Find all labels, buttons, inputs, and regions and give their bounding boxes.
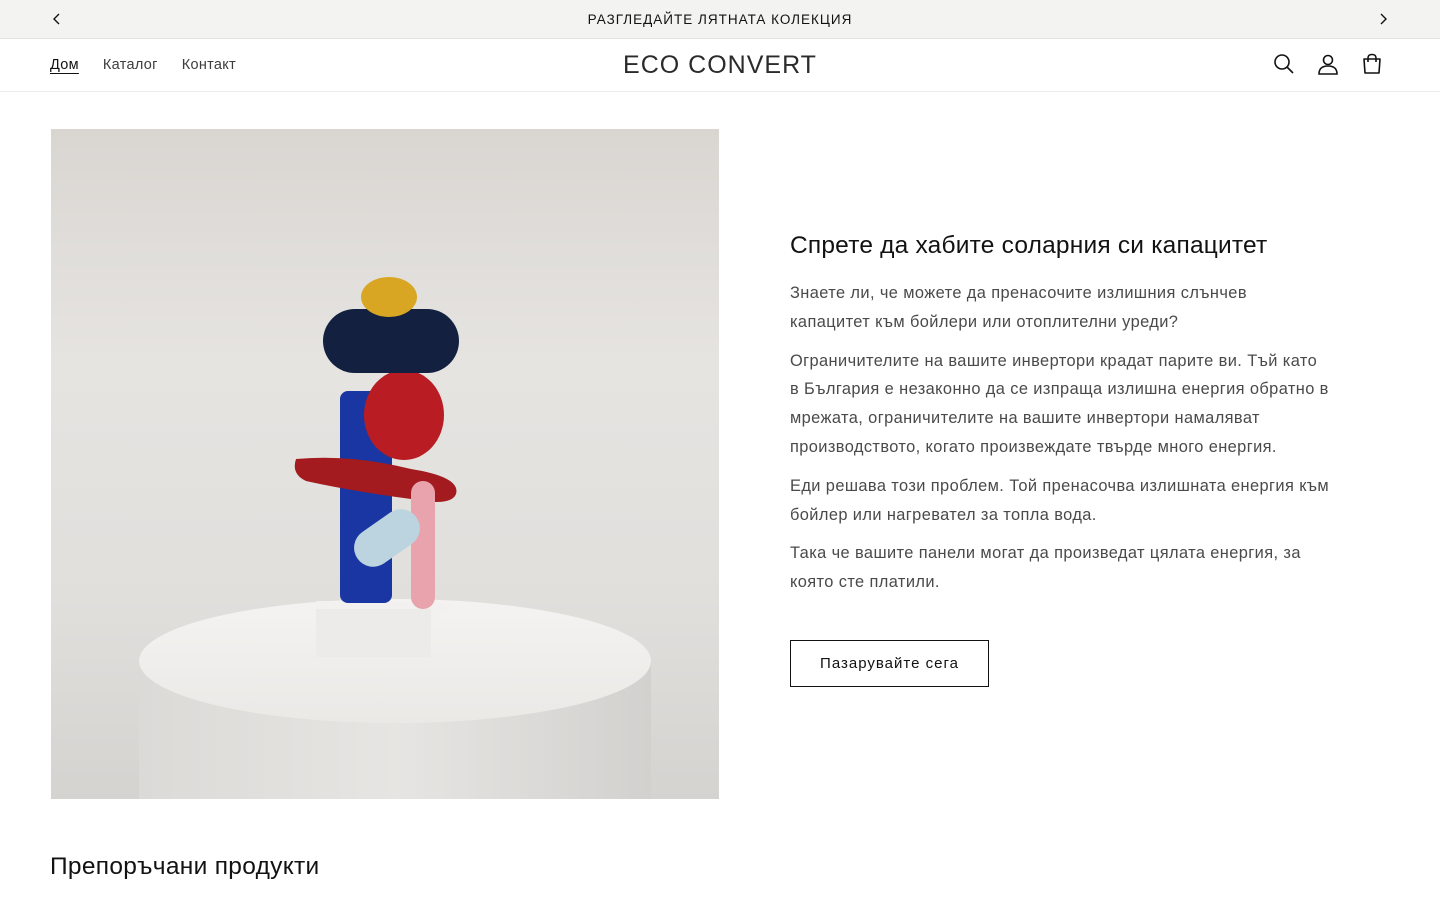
cart-button[interactable]: [1360, 52, 1384, 76]
hero-paragraph-1: Знаете ли, че можете да пренасочите изли…: [790, 284, 1247, 331]
hero-title: Спрете да хабите соларния си капацитет: [790, 232, 1268, 259]
cart-icon: [1363, 53, 1381, 74]
site-logo[interactable]: ECO CONVERT: [520, 39, 920, 91]
announcement-text[interactable]: РАЗГЛЕДАЙТЕ ЛЯТНАТА КОЛЕКЦИЯ: [588, 12, 853, 27]
site-header: Дом Каталог Контакт ECO CONVERT: [0, 39, 1440, 92]
nav-item-catalog[interactable]: Каталог: [103, 57, 158, 73]
search-button[interactable]: [1272, 52, 1296, 76]
chevron-left-icon: [53, 13, 60, 25]
hero-paragraph-2: Ограничителите на вашите инвертори крада…: [790, 351, 1329, 456]
hero-paragraph-3: Еди решава този проблем. Той пренасочва …: [790, 476, 1330, 524]
nav-item-contact[interactable]: Контакт: [182, 57, 236, 73]
search-icon: [1274, 54, 1294, 74]
header-icons: [1272, 52, 1384, 76]
shop-now-button[interactable]: Пазарувайте сега: [790, 640, 989, 687]
hero-content: Спрете да хабите соларния си капацитет З…: [790, 232, 1330, 607]
featured-products-title: Препоръчани продукти: [50, 853, 320, 880]
announcement-next-button[interactable]: [1374, 10, 1392, 28]
account-button[interactable]: [1316, 52, 1340, 76]
main-nav: Дом Каталог Контакт: [50, 39, 236, 91]
hero-paragraph-4: Така че вашите панели могат да произведа…: [790, 544, 1301, 592]
announcement-prev-button[interactable]: [48, 10, 66, 28]
announcement-bar: РАЗГЛЕДАЙТЕ ЛЯТНАТА КОЛЕКЦИЯ: [0, 0, 1440, 39]
account-icon: [1318, 54, 1338, 75]
sculpture-illustration: [139, 277, 651, 799]
hero-image: [51, 129, 719, 799]
chevron-right-icon: [1380, 13, 1387, 25]
nav-item-home[interactable]: Дом: [50, 57, 79, 73]
